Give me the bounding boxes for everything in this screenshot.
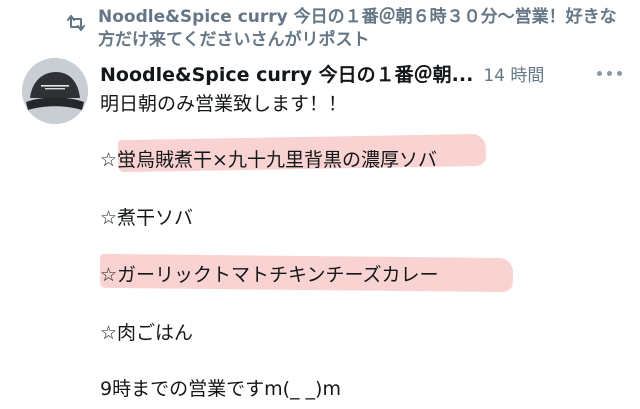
more-icon-dot: [597, 70, 602, 76]
retweet-icon: [67, 15, 85, 31]
avatar-cap-image: [22, 58, 88, 124]
tweet-line-3: ☆煮干ソバ: [100, 207, 194, 229]
display-name[interactable]: Noodle&Spice curry 今日の１番＠朝...: [100, 60, 473, 87]
tweet-line-6: 9時までの営業ですm(_ _)m: [100, 378, 341, 400]
more-icon-dot: [607, 70, 612, 76]
retweet-text-line-1: Noodle&Spice curry 今日の１番＠朝６時３０分〜営業！好きな: [98, 7, 617, 27]
timestamp[interactable]: 14 時間: [483, 61, 544, 86]
tweet-line-1: 明日朝のみ営業致します！！: [100, 93, 348, 115]
tweet-line-2: ☆蛍烏賊煮干×九十九里背黒の濃厚ソバ: [100, 149, 437, 171]
tweet-header: Noodle&Spice curry 今日の１番＠朝... 14 時間: [100, 58, 630, 88]
tweet-line-5: ☆肉ごはん: [100, 322, 194, 344]
more-icon-dot: [617, 70, 622, 76]
tweet-card[interactable]: Noodle&Spice curry 今日の１番＠朝６時３０分〜営業！好きな 方…: [0, 0, 640, 409]
avatar[interactable]: [22, 58, 88, 124]
retweet-banner[interactable]: Noodle&Spice curry 今日の１番＠朝６時３０分〜営業！好きな 方…: [64, 6, 624, 52]
more-icon[interactable]: [597, 70, 622, 76]
tweet-line-4: ☆ガーリックトマトチキンチーズカレー: [100, 264, 439, 286]
retweet-text-line-2: 方だけ来てくださいさんがリポスト: [98, 30, 370, 50]
retweet-text: Noodle&Spice curry 今日の１番＠朝６時３０分〜営業！好きな 方…: [98, 6, 617, 52]
